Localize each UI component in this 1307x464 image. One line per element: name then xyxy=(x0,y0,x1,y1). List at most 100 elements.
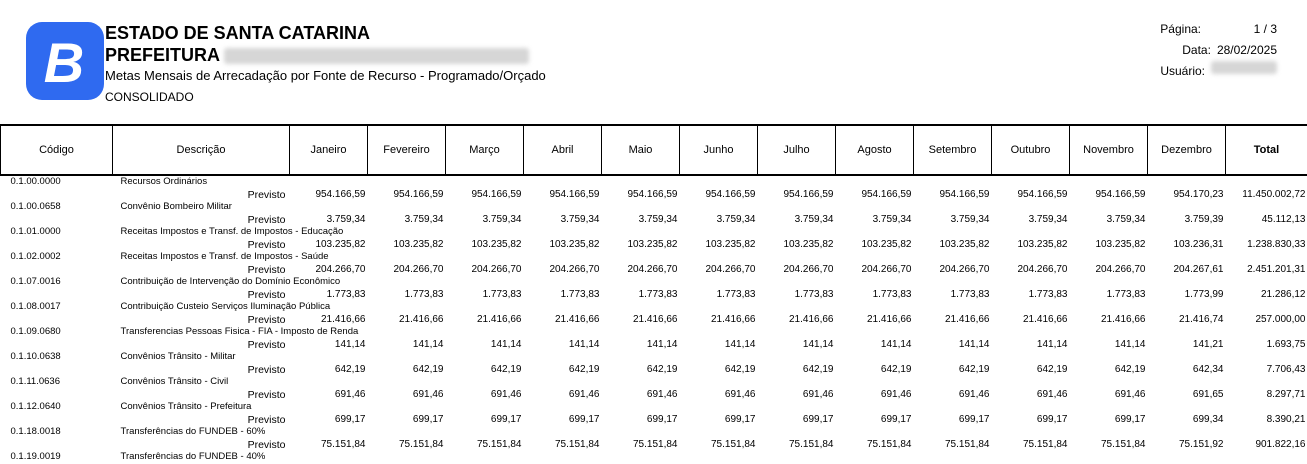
table-row-values: Previsto954.166,59954.166,59954.166,5995… xyxy=(1,189,1307,202)
row-label: Previsto xyxy=(113,364,290,377)
row-month-value: 1.773,83 xyxy=(290,289,368,302)
report-scope: CONSOLIDADO xyxy=(105,90,194,104)
row-month-value: 699,17 xyxy=(1070,414,1148,427)
row-code: 0.1.09.0680 xyxy=(1,326,113,339)
row-label: Previsto xyxy=(113,239,290,252)
row-month-value: 1.773,83 xyxy=(992,289,1070,302)
col-header: Março xyxy=(446,125,524,175)
row-month-value: 1.773,83 xyxy=(446,289,524,302)
table-row-title: 0.1.08.0017Contribuição Custeio Serviços… xyxy=(1,301,1307,314)
row-month-value: 21.416,66 xyxy=(680,314,758,327)
row-month-value: 954.166,59 xyxy=(758,189,836,202)
table-row-values: Previsto141,14141,14141,14141,14141,1414… xyxy=(1,339,1307,352)
col-header: Agosto xyxy=(836,125,914,175)
row-month-value: 204.266,70 xyxy=(602,264,680,277)
row-code: 0.1.00.0658 xyxy=(1,201,113,214)
row-month-value: 642,19 xyxy=(914,364,992,377)
row-month-value: 699,17 xyxy=(914,414,992,427)
row-month-value: 21.416,66 xyxy=(836,314,914,327)
row-month-value: 642,19 xyxy=(290,364,368,377)
row-month-value: 1.773,99 xyxy=(1148,289,1226,302)
row-month-value: 3.759,34 xyxy=(914,214,992,227)
redacted-name xyxy=(224,48,529,64)
row-month-value: 103.235,82 xyxy=(602,239,680,252)
row-code: 0.1.11.0636 xyxy=(1,376,113,389)
row-month-value: 1.773,83 xyxy=(602,289,680,302)
col-header: Setembro xyxy=(914,125,992,175)
table-row-title: 0.1.07.0016Contribuição de Intervenção d… xyxy=(1,276,1307,289)
row-description: Convênios Trânsito - Prefeitura xyxy=(113,401,1307,414)
row-month-value: 699,17 xyxy=(446,414,524,427)
row-month-value: 642,19 xyxy=(1070,364,1148,377)
row-description: Receitas Impostos e Transf. de Impostos … xyxy=(113,226,1307,239)
row-month-value: 642,19 xyxy=(446,364,524,377)
row-month-value: 691,46 xyxy=(1070,389,1148,402)
table-row-title: 0.1.00.0000Recursos Ordinários xyxy=(1,175,1307,189)
logo: B xyxy=(26,22,104,100)
row-month-value: 954.166,59 xyxy=(680,189,758,202)
row-code: 0.1.12.0640 xyxy=(1,401,113,414)
col-header: Novembro xyxy=(1070,125,1148,175)
row-month-value: 3.759,34 xyxy=(524,214,602,227)
row-month-value: 699,34 xyxy=(1148,414,1226,427)
row-label: Previsto xyxy=(113,214,290,227)
row-month-value: 1.773,83 xyxy=(758,289,836,302)
report-meta: Página: 1 / 3 Data: 28/02/2025 Usuário: xyxy=(1160,19,1277,82)
row-month-value: 699,17 xyxy=(524,414,602,427)
row-description: Contribuição de Intervenção do Domínio E… xyxy=(113,276,1307,289)
row-month-value: 3.759,34 xyxy=(368,214,446,227)
table-row-title: 0.1.01.0000Receitas Impostos e Transf. d… xyxy=(1,226,1307,239)
organization-header: ESTADO DE SANTA CATARINA PREFEITURA xyxy=(105,22,529,66)
row-month-value: 3.759,34 xyxy=(1070,214,1148,227)
row-description: Receitas Impostos e Transf. de Impostos … xyxy=(113,251,1307,264)
logo-icon: B xyxy=(26,22,104,100)
row-code: 0.1.18.0018 xyxy=(1,426,113,439)
row-total: 7.706,43 xyxy=(1226,364,1307,377)
table-row-title: 0.1.11.0636Convênios Trânsito - Civil xyxy=(1,376,1307,389)
row-month-value: 954.166,59 xyxy=(992,189,1070,202)
row-month-value: 75.151,84 xyxy=(758,439,836,452)
row-month-value: 141,14 xyxy=(524,339,602,352)
table-row-title: 0.1.12.0640Convênios Trânsito - Prefeitu… xyxy=(1,401,1307,414)
row-month-value: 691,46 xyxy=(368,389,446,402)
table-header-row: Código Descrição Janeiro Fevereiro Março… xyxy=(1,125,1307,175)
row-month-value: 691,46 xyxy=(290,389,368,402)
row-month-value: 954.166,59 xyxy=(602,189,680,202)
row-code: 0.1.19.0019 xyxy=(1,451,113,464)
org-state: ESTADO DE SANTA CATARINA xyxy=(105,23,370,43)
row-month-value: 103.235,82 xyxy=(524,239,602,252)
row-spacer xyxy=(1,364,113,377)
row-month-value: 141,14 xyxy=(1070,339,1148,352)
row-month-value: 691,46 xyxy=(446,389,524,402)
col-header: Descrição xyxy=(113,125,290,175)
row-month-value: 75.151,92 xyxy=(1148,439,1226,452)
table-row-title: 0.1.02.0002Receitas Impostos e Transf. d… xyxy=(1,251,1307,264)
logo-letter: B xyxy=(44,31,84,94)
row-spacer xyxy=(1,214,113,227)
row-month-value: 75.151,84 xyxy=(992,439,1070,452)
row-month-value: 21.416,66 xyxy=(992,314,1070,327)
row-month-value: 1.773,83 xyxy=(680,289,758,302)
org-prefecture: PREFEITURA xyxy=(105,44,529,66)
row-month-value: 691,46 xyxy=(992,389,1070,402)
row-total: 8.390,21 xyxy=(1226,414,1307,427)
row-month-value: 75.151,84 xyxy=(290,439,368,452)
row-month-value: 204.266,70 xyxy=(524,264,602,277)
row-month-value: 75.151,84 xyxy=(602,439,680,452)
redacted-user xyxy=(1211,61,1277,74)
row-month-value: 103.235,82 xyxy=(446,239,524,252)
user-info: Usuário: xyxy=(1160,61,1277,82)
row-month-value: 3.759,34 xyxy=(602,214,680,227)
row-month-value: 954.166,59 xyxy=(446,189,524,202)
row-month-value: 75.151,84 xyxy=(680,439,758,452)
col-header: Julho xyxy=(758,125,836,175)
row-description: Recursos Ordinários xyxy=(113,175,1307,189)
row-month-value: 3.759,39 xyxy=(1148,214,1226,227)
date-label: Data: xyxy=(1182,40,1211,61)
row-month-value: 141,14 xyxy=(602,339,680,352)
revenue-table: Código Descrição Janeiro Fevereiro Março… xyxy=(0,124,1307,464)
row-month-value: 141,14 xyxy=(992,339,1070,352)
row-month-value: 642,19 xyxy=(602,364,680,377)
table-row-values: Previsto1.773,831.773,831.773,831.773,83… xyxy=(1,289,1307,302)
table-row-values: Previsto103.235,82103.235,82103.235,8210… xyxy=(1,239,1307,252)
